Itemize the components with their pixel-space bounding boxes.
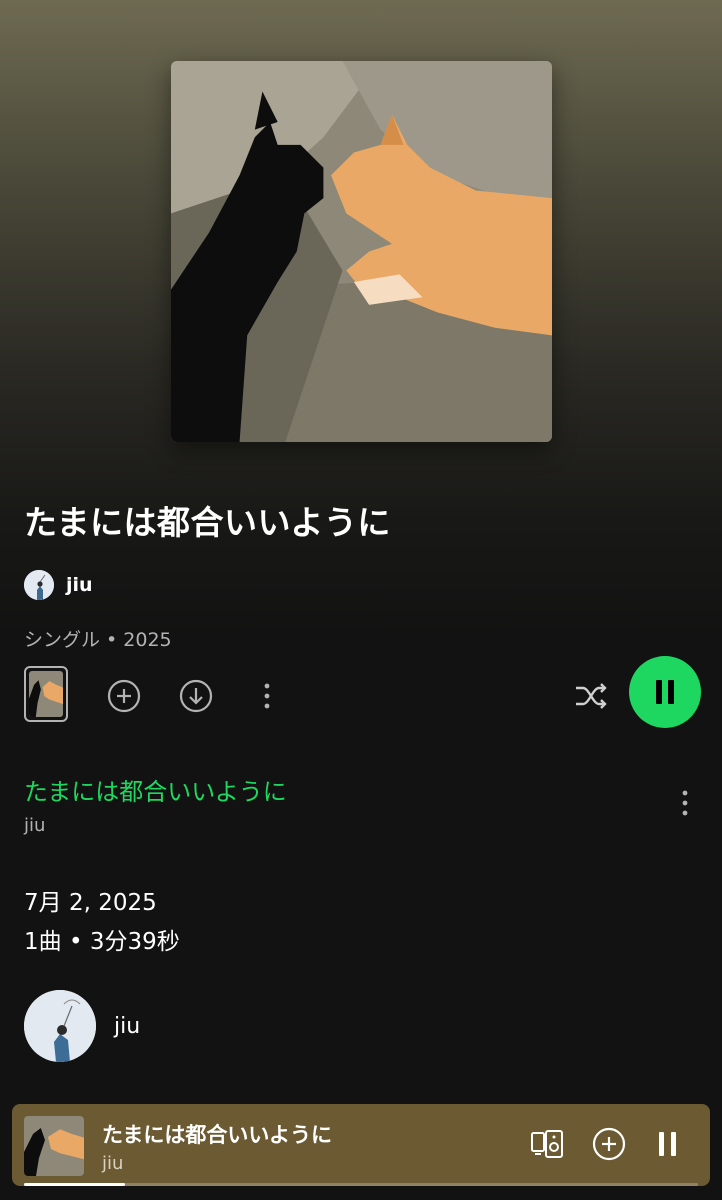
track-summary: 1曲 • 3分39秒 bbox=[24, 929, 180, 955]
pause-icon bbox=[656, 680, 674, 704]
artist-avatar-small bbox=[24, 570, 54, 600]
mini-player-title: たまには都合いいように bbox=[102, 1123, 332, 1147]
track-title[interactable]: たまには都合いいように bbox=[24, 772, 287, 807]
mini-player-cover bbox=[24, 1116, 84, 1176]
mini-progress-bar[interactable] bbox=[24, 1183, 698, 1186]
track-more-vertical-icon[interactable] bbox=[667, 785, 703, 821]
release-date: 7月 2, 2025 bbox=[24, 890, 157, 916]
device-speaker-icon[interactable] bbox=[528, 1124, 568, 1164]
album-title: たまには都合いいように bbox=[24, 503, 391, 542]
album-cover-image bbox=[171, 61, 552, 442]
mini-progress-fill bbox=[24, 1183, 126, 1186]
mini-player-artist: jiu bbox=[102, 1153, 124, 1174]
album-preview-button[interactable] bbox=[24, 666, 68, 722]
artist-avatar bbox=[24, 990, 96, 1062]
shuffle-icon[interactable] bbox=[571, 676, 611, 716]
artist-name: jiu bbox=[66, 574, 93, 596]
album-meta: シングル • 2025 bbox=[24, 629, 172, 651]
artist-link[interactable]: jiu bbox=[24, 570, 93, 600]
pause-button[interactable] bbox=[629, 656, 701, 728]
plus-circle-icon[interactable] bbox=[104, 676, 144, 716]
artist-card-name: jiu bbox=[114, 1013, 141, 1039]
artist-card[interactable]: jiu bbox=[24, 990, 140, 1062]
mini-player[interactable]: たまには都合いいように jiu bbox=[12, 1104, 710, 1186]
mini-pause-icon[interactable] bbox=[648, 1124, 688, 1164]
more-vertical-icon[interactable] bbox=[247, 676, 287, 716]
download-circle-icon[interactable] bbox=[176, 676, 216, 716]
track-artist[interactable]: jiu bbox=[24, 815, 45, 836]
mini-plus-circle-icon[interactable] bbox=[589, 1124, 629, 1164]
